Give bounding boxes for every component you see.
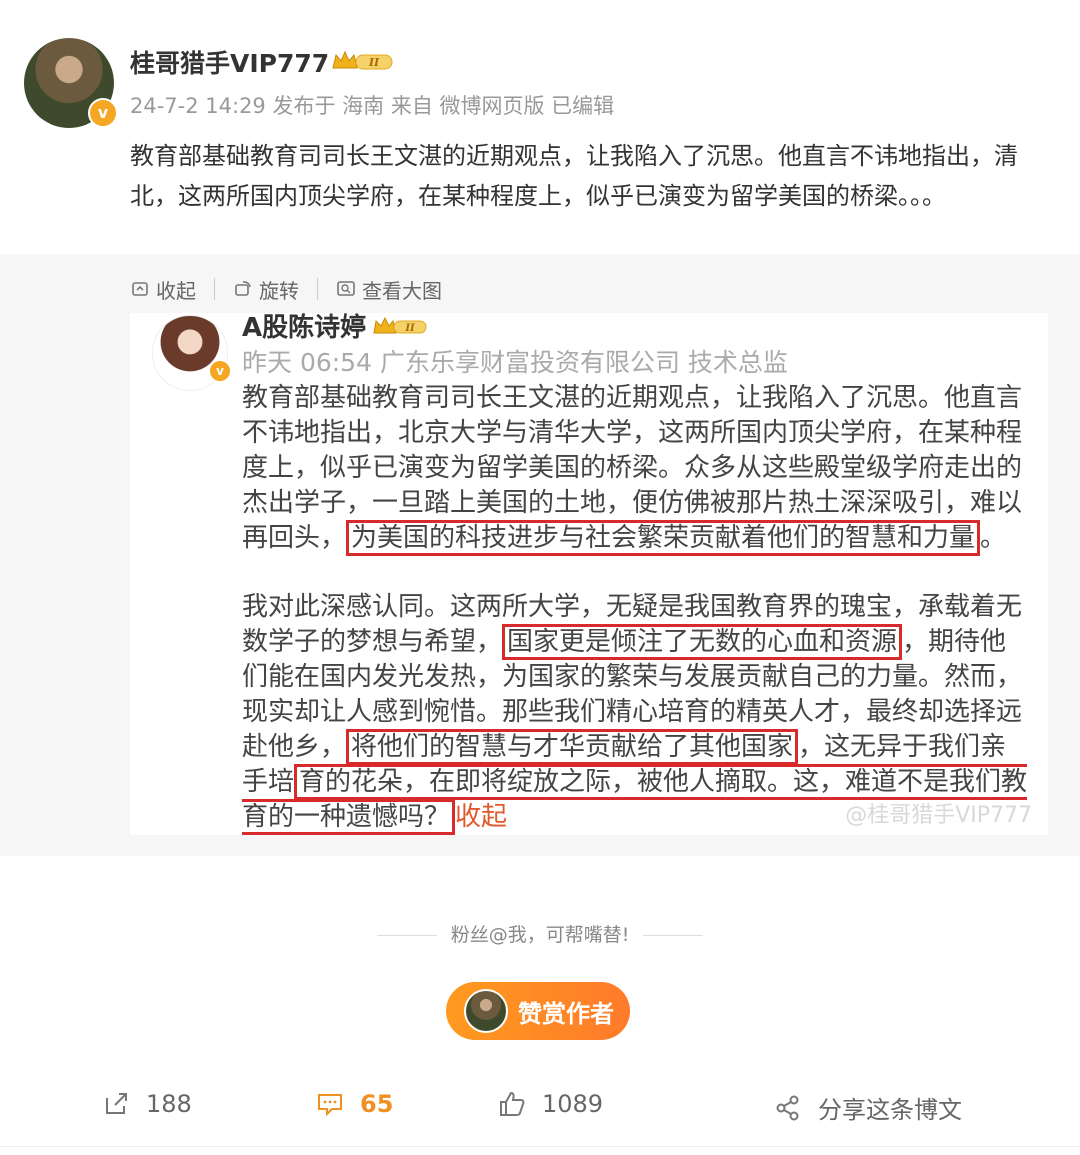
quoted-text-segment: 。 xyxy=(980,523,1007,553)
collapse-button[interactable]: 收起 xyxy=(130,275,196,304)
rotate-label: 旋转 xyxy=(259,278,299,303)
watermark: @桂哥猎手VIP777 xyxy=(845,803,1032,828)
highlighted-phrase: 国家更是倾注了无数的心血和资源 xyxy=(502,624,903,660)
share-icon xyxy=(776,1095,799,1120)
rotate-button[interactable]: 旋转 xyxy=(233,275,299,304)
quoted-verified-badge-icon: v xyxy=(208,359,232,383)
post-meta: 24-7-2 14:29 发布于 海南 来自 微博网页版 已编辑 xyxy=(130,94,615,118)
quoted-collapse-link: 收起 xyxy=(455,802,508,832)
bottom-divider xyxy=(0,1146,1080,1147)
quoted-paragraph-1: 教育部基础教育司司长王文湛的近期观点，让我陷入了沉思。他直言不讳地指出，北京大学… xyxy=(242,381,1032,556)
author-name[interactable]: 桂哥猎手VIP777 xyxy=(130,44,329,80)
quoted-vip-level-label: II xyxy=(404,323,415,334)
like-count: 1089 xyxy=(542,1090,604,1118)
share-label: 分享这条博文 xyxy=(818,1096,962,1124)
quoted-text: 教育部基础教育司司长王文湛的近期观点，让我陷入了沉思。他直言不讳地指出，北京大学… xyxy=(242,381,1032,835)
quoted-vip-crown-icon: II xyxy=(373,316,427,334)
fans-prompt-text: 粉丝@我，可帮嘴替! xyxy=(450,924,630,946)
reward-label: 赞赏作者 xyxy=(518,999,614,1028)
reward-author-button[interactable]: 赞赏作者 xyxy=(446,982,630,1040)
quoted-meta: 昨天 06:54 广东乐享财富投资有限公司 技术总监 xyxy=(242,348,788,377)
verified-badge-icon: v xyxy=(88,98,118,128)
divider-line xyxy=(643,935,704,936)
comment-button[interactable]: 65 xyxy=(316,1090,393,1118)
view-large-label: 查看大图 xyxy=(362,278,442,303)
thumbs-up-icon xyxy=(500,1091,525,1116)
repost-icon xyxy=(106,1093,127,1114)
collapse-label: 收起 xyxy=(156,278,196,303)
reward-author-avatar xyxy=(464,989,508,1033)
author-avatar[interactable]: v xyxy=(24,38,118,128)
gallery-toolbar: 收起 旋转 查看大图 xyxy=(130,274,442,304)
quoted-author-name: A股陈诗婷 xyxy=(242,313,367,343)
comment-count: 65 xyxy=(360,1090,394,1118)
repost-count: 188 xyxy=(146,1090,192,1118)
post-text: 教育部基础教育司司长王文湛的近期观点，让我陷入了沉思。他直言不讳地指出，清北，这… xyxy=(130,142,1018,210)
comment-icon xyxy=(318,1094,342,1117)
view-large-icon xyxy=(337,281,355,296)
collapse-icon xyxy=(132,282,148,296)
toolbar-divider xyxy=(317,278,318,300)
repost-button[interactable]: 188 xyxy=(102,1090,192,1118)
rotate-icon xyxy=(235,281,251,296)
share-button[interactable]: 分享这条博文 xyxy=(774,1090,962,1125)
highlighted-phrase: 将他们的智慧与才华贡献给了其他国家 xyxy=(346,729,799,765)
vip-crown-icon: II xyxy=(332,50,393,70)
fans-prompt: 粉丝@我，可帮嘴替! xyxy=(0,920,1080,947)
like-button[interactable]: 1089 xyxy=(498,1090,603,1118)
view-large-button[interactable]: 查看大图 xyxy=(336,275,442,304)
divider-line xyxy=(376,935,437,936)
vip-level-label: II xyxy=(368,56,380,69)
action-bar: 188 65 1089 分享这条博文 xyxy=(0,1090,1080,1134)
highlighted-phrase: 为美国的科技进步与社会繁荣贡献着他们的智慧和力量 xyxy=(346,520,981,556)
toolbar-divider xyxy=(214,278,215,300)
embedded-screenshot[interactable]: v A股陈诗婷 II 昨天 06:54 广东乐享财富投资有限公司 技术总监 教育… xyxy=(130,313,1048,835)
